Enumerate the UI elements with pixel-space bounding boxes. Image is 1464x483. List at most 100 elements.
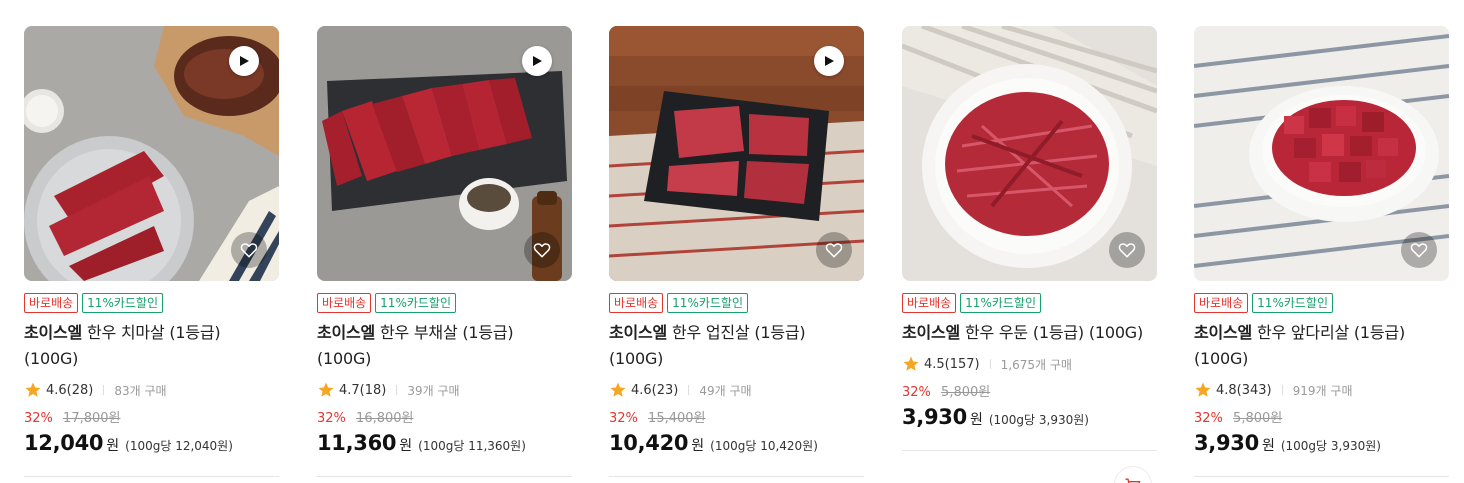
product-card[interactable]: 바로배송 11%카드할인 초이스엘 한우 부채살 (1등급) (100G) 4.…: [317, 26, 572, 483]
product-title[interactable]: 초이스엘 한우 앞다리살 (1등급) (100G): [1194, 320, 1449, 372]
wishlist-button[interactable]: [231, 232, 267, 268]
price-currency: 원: [691, 438, 705, 454]
unit-price: (100g당 12,040원): [125, 439, 233, 453]
discount-row: 32% 5,800원: [1194, 407, 1282, 426]
price-row: 3,930 원 (100g당 3,930원): [1194, 431, 1381, 459]
wishlist-button[interactable]: [816, 232, 852, 268]
product-image[interactable]: [609, 26, 864, 281]
original-price: 16,800원: [356, 411, 414, 426]
price-row: 11,360 원 (100g당 11,360원): [317, 431, 526, 459]
product-brand: 초이스엘: [317, 323, 376, 342]
price-row: 3,930 원 (100g당 3,930원): [902, 405, 1089, 433]
product-name: 한우 우둔 (1등급) (100G): [964, 323, 1144, 342]
fast-delivery-badge: 바로배송: [24, 293, 79, 313]
cart-icon: [1125, 478, 1141, 483]
discount-row: 32% 5,800원: [902, 381, 991, 400]
fast-delivery-badge: 바로배송: [902, 293, 957, 313]
sale-price: 3,930: [1194, 431, 1259, 455]
discount-rate: 32%: [1194, 411, 1223, 426]
sale-price: 3,930: [902, 405, 967, 429]
badge-row: 바로배송 11%카드할인: [1194, 293, 1334, 313]
card-divider: [24, 476, 279, 477]
rating-separator: [396, 385, 398, 395]
product-card[interactable]: 바로배송 11%카드할인 초이스엘 한우 치마살 (1등급) (100G) 4.…: [24, 26, 279, 483]
product-title[interactable]: 초이스엘 한우 치마살 (1등급) (100G): [24, 320, 279, 372]
star-icon: [1195, 382, 1211, 397]
star-icon: [903, 356, 919, 371]
discount-rate: 32%: [24, 411, 53, 426]
product-grid: 바로배송 11%카드할인 초이스엘 한우 치마살 (1등급) (100G) 4.…: [24, 26, 1449, 483]
heart-icon: [533, 243, 551, 258]
original-price: 15,400원: [648, 411, 706, 426]
product-card[interactable]: 바로배송 11%카드할인 초이스엘 한우 우둔 (1등급) (100G) 4.5…: [902, 26, 1157, 483]
badge-row: 바로배송 11%카드할인: [609, 293, 749, 313]
wishlist-button[interactable]: [1109, 232, 1145, 268]
sale-price: 10,420: [609, 431, 689, 455]
product-brand: 초이스엘: [609, 323, 668, 342]
rating-value: 4.6(28): [46, 382, 94, 398]
product-brand: 초이스엘: [1194, 323, 1253, 342]
rating-separator: [989, 359, 991, 369]
price-currency: 원: [1261, 438, 1275, 454]
rating-separator: [688, 385, 690, 395]
product-brand: 초이스엘: [24, 323, 83, 342]
discount-rate: 32%: [317, 411, 346, 426]
discount-rate: 32%: [902, 385, 931, 400]
card-discount-badge: 11%카드할인: [1252, 293, 1334, 313]
product-brand: 초이스엘: [902, 323, 961, 342]
heart-icon: [1118, 243, 1136, 258]
rating-value: 4.6(23): [631, 382, 679, 398]
product-image[interactable]: [317, 26, 572, 281]
wishlist-button[interactable]: [524, 232, 560, 268]
rating-value: 4.5(157): [924, 356, 980, 372]
add-to-cart-button[interactable]: [1114, 466, 1152, 483]
fast-delivery-badge: 바로배송: [1194, 293, 1249, 313]
product-card[interactable]: 바로배송 11%카드할인 초이스엘 한우 업진살 (1등급) (100G) 4.…: [609, 26, 864, 483]
unit-price: (100g당 10,420원): [710, 439, 818, 453]
rating-row: 4.6(28) 83개 구매: [24, 380, 167, 400]
card-divider: [317, 476, 572, 477]
rating-value: 4.7(18): [339, 382, 387, 398]
card-discount-badge: 11%카드할인: [82, 293, 164, 313]
price-row: 12,040 원 (100g당 12,040원): [24, 431, 233, 459]
discount-row: 32% 16,800원: [317, 407, 414, 426]
card-divider: [1194, 476, 1449, 477]
price-row: 10,420 원 (100g당 10,420원): [609, 431, 818, 459]
original-price: 17,800원: [63, 411, 121, 426]
rating-row: 4.5(157) 1,675개 구매: [902, 354, 1072, 374]
discount-row: 32% 15,400원: [609, 407, 706, 426]
price-currency: 원: [106, 438, 120, 454]
play-icon: [533, 56, 542, 66]
heart-icon: [1410, 243, 1428, 258]
badge-row: 바로배송 11%카드할인: [24, 293, 164, 313]
original-price: 5,800원: [941, 385, 991, 400]
star-icon: [318, 382, 334, 397]
product-image[interactable]: [1194, 26, 1449, 281]
card-discount-badge: 11%카드할인: [960, 293, 1042, 313]
star-icon: [610, 382, 626, 397]
rating-separator: [103, 385, 105, 395]
unit-price: (100g당 3,930원): [1280, 439, 1381, 453]
video-play-button[interactable]: [814, 46, 844, 76]
product-title[interactable]: 초이스엘 한우 업진살 (1등급) (100G): [609, 320, 864, 372]
purchase-count: 1,675개 구매: [1000, 357, 1072, 372]
price-currency: 원: [969, 412, 983, 428]
product-title[interactable]: 초이스엘 한우 부채살 (1등급) (100G): [317, 320, 572, 372]
badge-row: 바로배송 11%카드할인: [317, 293, 457, 313]
product-card[interactable]: 바로배송 11%카드할인 초이스엘 한우 앞다리살 (1등급) (100G) 4…: [1194, 26, 1449, 483]
unit-price: (100g당 11,360원): [418, 439, 526, 453]
product-title[interactable]: 초이스엘 한우 우둔 (1등급) (100G): [902, 320, 1157, 346]
product-image[interactable]: [902, 26, 1157, 281]
purchase-count: 83개 구매: [114, 383, 167, 398]
heart-icon: [825, 243, 843, 258]
wishlist-button[interactable]: [1401, 232, 1437, 268]
price-currency: 원: [399, 438, 413, 454]
heart-icon: [240, 243, 258, 258]
card-divider: [902, 450, 1157, 451]
rating-row: 4.7(18) 39개 구매: [317, 380, 460, 400]
product-image[interactable]: [24, 26, 279, 281]
video-play-button[interactable]: [522, 46, 552, 76]
video-play-button[interactable]: [229, 46, 259, 76]
purchase-count: 919개 구매: [1292, 383, 1353, 398]
rating-row: 4.8(343) 919개 구매: [1194, 380, 1352, 400]
